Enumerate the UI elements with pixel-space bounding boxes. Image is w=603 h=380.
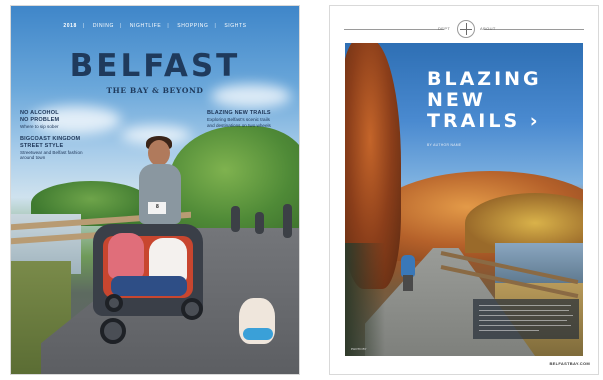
- child: [108, 233, 144, 279]
- cover-story-heading: NO PROBLEM: [20, 116, 60, 123]
- cover-story-sub: around town: [20, 155, 46, 161]
- text-line: [479, 310, 569, 311]
- runner-head: [148, 140, 170, 166]
- walker-legs: [403, 275, 413, 291]
- cover-story: NO ALCOHOL NO PROBLEM Where to sip sober: [20, 110, 59, 129]
- text-line: [479, 320, 567, 321]
- cover-story-heading: BLAZING NEW TRAILS: [207, 110, 271, 116]
- page-footer: BELFASTBAY.COM: [549, 361, 590, 366]
- cover-story-heading: STREET STYLE: [20, 142, 64, 149]
- cover-nav-item: 2018: [63, 23, 77, 29]
- magazine-cover[interactable]: 2018 | DINING | NIGHTLIFE | SHOPPING | SIGHT…: [11, 6, 299, 374]
- cover-subtitle: THE BAY & BEYOND: [106, 86, 204, 95]
- cover-story: BLAZING NEW TRAILS Exploring Belfast's s…: [207, 110, 271, 128]
- cover-nav-item: SIGHTS: [224, 23, 247, 29]
- dog-vest: [243, 328, 273, 340]
- header-rule: [344, 29, 444, 30]
- background-runner: [283, 204, 292, 238]
- lake: [495, 243, 583, 283]
- header-label-right: ABOUT: [480, 26, 496, 31]
- cover-title: BELFAST: [69, 48, 241, 84]
- feature-headline: BLAZING NEW TRAILS ›: [427, 69, 542, 132]
- cover-story-heading: BIGCOAST KINGDOM: [20, 136, 81, 142]
- cover-nav-item: NIGHTLIFE: [129, 23, 162, 29]
- headline-line: TRAILS ›: [427, 109, 541, 132]
- race-bib-number: 8: [156, 204, 159, 210]
- cover-nav-item: SHOPPING: [177, 23, 209, 29]
- cover-topnav: 2018 | DINING | NIGHTLIFE | SHOPPING | SIGHT…: [63, 23, 247, 29]
- cover-nav-item: DINING: [92, 23, 114, 29]
- cover-story-sub: Where to sip sober: [20, 123, 59, 129]
- cover-story-sub: Exploring Belfast's scenic trails: [207, 116, 270, 122]
- walker: [401, 255, 415, 277]
- background-runner: [255, 212, 264, 234]
- stroller-wheel: [181, 298, 203, 320]
- shadow: [345, 243, 385, 356]
- header-rule: [484, 29, 584, 30]
- child-legs: [111, 276, 187, 296]
- text-line: [479, 305, 571, 306]
- stroller-wheel: [105, 294, 123, 312]
- header-label-left: DEPT: [438, 26, 451, 31]
- magazine-spread-page[interactable]: DEPT ABOUT BLAZING NEW TRAILS › BY AUTHO…: [330, 6, 598, 374]
- cover-story: BIGCOAST KINGDOM STREET STYLE Streetwear…: [20, 136, 83, 161]
- headline-line: BLAZING: [427, 68, 542, 90]
- headline-line: NEW: [427, 88, 486, 111]
- text-line: [479, 325, 571, 326]
- cover-story-sub: and destinations on two wheels: [207, 122, 271, 128]
- body-text-box: [473, 299, 579, 339]
- runner: [139, 164, 181, 224]
- plus-icon: [457, 20, 475, 38]
- background-runner: [231, 206, 240, 232]
- photo-credit: PHOTO BY: [351, 347, 367, 351]
- cover-story-heading: NO ALCOHOL: [20, 110, 59, 116]
- stroller-wheel: [100, 318, 126, 344]
- byline: BY AUTHOR NAME: [427, 143, 462, 147]
- text-line: [479, 315, 573, 316]
- feature-photo: BLAZING NEW TRAILS › BY AUTHOR NAME PHOT…: [345, 43, 583, 356]
- text-line: [479, 330, 539, 331]
